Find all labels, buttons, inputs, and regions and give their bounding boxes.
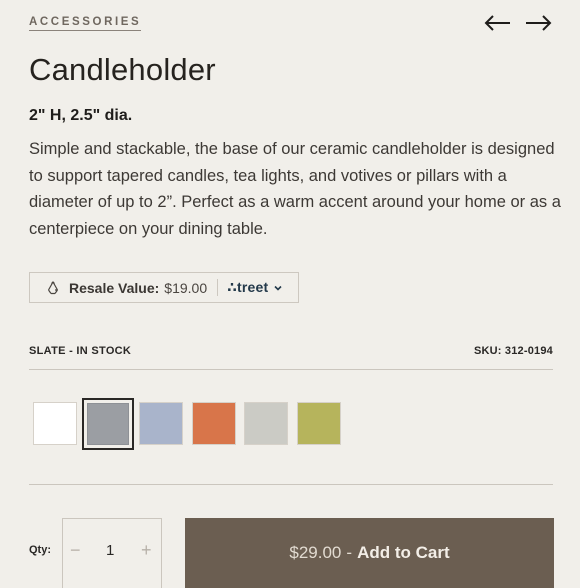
product-title: Candleholder [29,52,216,87]
product-description: Simple and stackable, the base of our ce… [29,140,561,238]
quantity-label: Qty: [29,544,51,556]
previous-product-button[interactable] [483,12,513,34]
divider [29,484,553,485]
swatch-blue[interactable] [139,402,183,445]
arrow-left-icon [484,15,510,31]
swatch-white[interactable] [33,402,77,445]
add-to-cart-label: Add to Cart [357,543,450,562]
resale-value-label: Resale Value: [69,279,160,296]
chevron-down-icon [274,285,282,291]
divider [29,369,553,370]
sku-label: SKU: 312-0194 [473,345,553,357]
cart-separator: - [346,543,353,562]
quantity-input[interactable]: 1 [106,542,114,559]
resale-value-price: $19.00 [164,279,208,296]
next-product-button[interactable] [523,12,553,34]
swatch-grey[interactable] [244,402,288,445]
divider [217,279,219,296]
recycle-icon [47,280,59,294]
swatch-fill [87,403,129,445]
resale-value-button[interactable]: Resale Value: $19.00 ∴treet [29,272,299,303]
resale-brand-logo: ∴treet [227,279,269,295]
category-link[interactable]: ACCESSORIES [29,16,142,31]
add-to-cart-button[interactable]: $29.00 - Add to Cart [185,518,554,588]
swatch-orange[interactable] [192,402,236,445]
product-dimensions: 2" H, 2.5" dia. [29,107,133,124]
quantity-decrease-button[interactable]: − [70,540,81,561]
stock-status: SLATE - IN STOCK [29,345,132,357]
arrow-right-icon [526,15,552,31]
cart-price: $29.00 [289,543,342,562]
swatch-olive[interactable] [297,402,341,445]
swatch-slate[interactable] [82,398,134,450]
quantity-increase-button[interactable]: + [141,540,152,561]
